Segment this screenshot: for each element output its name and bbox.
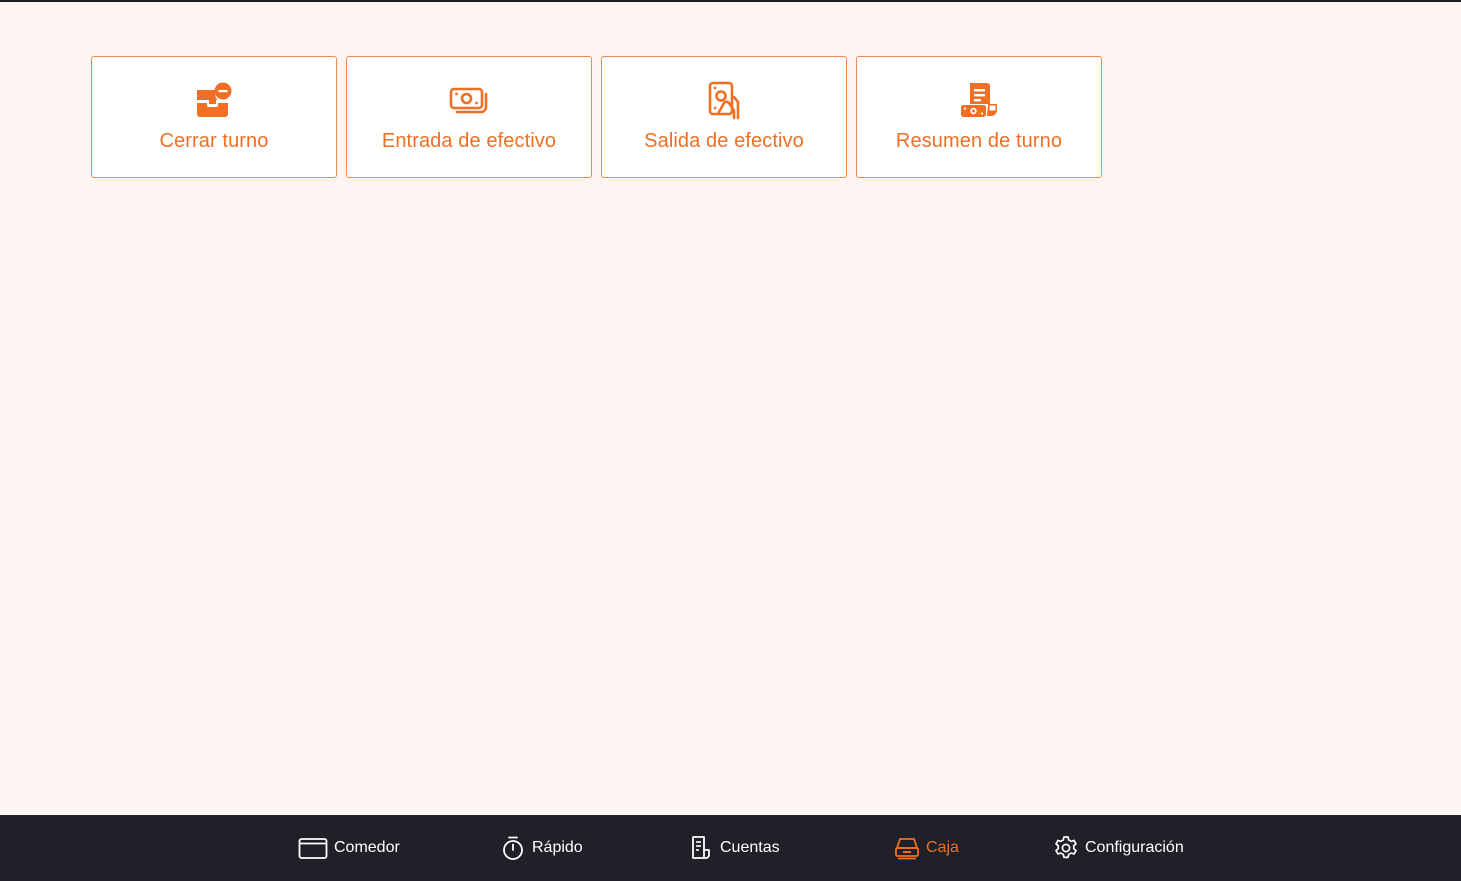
main-content: Cerrar turno Entrada de efectivo Salida … (0, 2, 1461, 815)
nav-label-caja: Caja (926, 839, 959, 856)
nav-item-rapido[interactable]: Rápido (500, 815, 583, 881)
cash-register-icon (894, 835, 920, 861)
close-shift-button[interactable]: Cerrar turno (91, 56, 337, 178)
nav-item-configuracion[interactable]: Configuración (1053, 815, 1184, 881)
close-shift-icon (194, 80, 234, 120)
nav-item-cuentas[interactable]: Cuentas (688, 815, 780, 881)
cash-in-label: Entrada de efectivo (381, 130, 557, 152)
shift-summary-button[interactable]: Resumen de turno (856, 56, 1102, 178)
nav-label-rapido: Rápido (532, 839, 583, 856)
bottom-nav-bar: Comedor Rápido Cuentas Caja Configuració… (0, 815, 1461, 881)
gear-icon (1053, 835, 1079, 861)
shift-summary-icon (959, 80, 999, 120)
cash-in-button[interactable]: Entrada de efectivo (346, 56, 592, 178)
nav-item-comedor[interactable]: Comedor (298, 815, 400, 881)
shift-summary-label: Resumen de turno (895, 130, 1063, 152)
cash-out-button[interactable]: Salida de efectivo (601, 56, 847, 178)
stopwatch-icon (500, 835, 526, 861)
receipt-icon (688, 835, 714, 861)
close-shift-label: Cerrar turno (159, 130, 269, 152)
cash-out-label: Salida de efectivo (644, 130, 804, 152)
dining-room-icon (298, 835, 328, 861)
nav-item-caja[interactable]: Caja (894, 815, 959, 881)
cash-actions: Cerrar turno Entrada de efectivo Salida … (91, 56, 1102, 178)
nav-label-cuentas: Cuentas (720, 839, 780, 856)
nav-label-configuracion: Configuración (1085, 839, 1184, 856)
cash-out-icon (704, 80, 744, 120)
nav-label-comedor: Comedor (334, 839, 400, 856)
cash-in-icon (449, 80, 489, 120)
